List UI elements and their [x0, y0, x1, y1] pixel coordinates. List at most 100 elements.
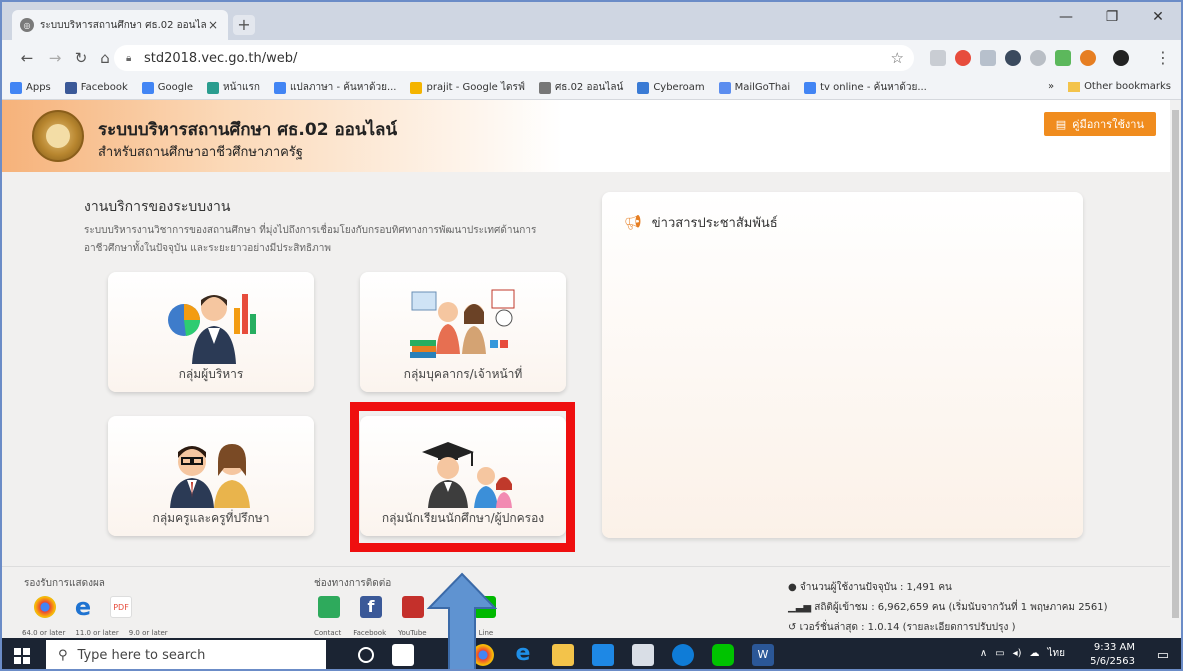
file-explorer-icon[interactable]: [552, 644, 574, 666]
bookmark-item[interactable]: Google: [141, 81, 193, 94]
site-logo: [32, 110, 84, 162]
notification-icon[interactable]: ▭: [1157, 648, 1169, 663]
bookmark-item[interactable]: Facebook: [64, 81, 128, 94]
window-icon[interactable]: [592, 644, 614, 666]
bookmarks-bar: Apps Facebook Google หน้าแรก แปลภาษา - ค้นหา…: [2, 76, 1181, 100]
extension-icon[interactable]: [1030, 50, 1046, 66]
card-teachers[interactable]: กลุ่มครูและครูที่ปรึกษา: [108, 416, 314, 536]
cortana-icon[interactable]: [358, 647, 374, 663]
profile-avatar[interactable]: [1113, 50, 1129, 66]
extension-icon[interactable]: [980, 50, 996, 66]
new-tab-button[interactable]: +: [233, 15, 255, 35]
news-heading: ข่าวสารประชาสัมพันธ์: [651, 216, 778, 231]
clock[interactable]: 9:33 AM 5/6/2563: [1090, 641, 1135, 669]
browsers-title: รองรับการแสดงผล: [24, 578, 105, 589]
bookmark-item[interactable]: Apps: [10, 81, 51, 94]
maximize-button[interactable]: ❐: [1089, 2, 1135, 32]
language-indicator[interactable]: ไทย: [1048, 646, 1065, 661]
site-subtitle: สำหรับสถานศึกษาอาชีวศึกษาภาครัฐ: [98, 145, 303, 160]
extension-icon[interactable]: [1055, 50, 1071, 66]
facebook-icon[interactable]: f: [360, 596, 382, 618]
word-icon[interactable]: W: [752, 644, 774, 666]
extension-icon[interactable]: [1005, 50, 1021, 66]
taskbar: ⚲ Type here to search e W ∧ ▭ ◂) ☁ ไทย 9…: [2, 638, 1181, 669]
youtube-icon[interactable]: [402, 596, 424, 618]
version-icon: ↺: [788, 622, 797, 633]
supported-browsers: e PDF: [34, 593, 132, 621]
bookmark-item[interactable]: tv online - ค้นหาด้วย...: [804, 80, 927, 95]
bookmark-star-icon[interactable]: ☆: [891, 49, 904, 67]
extension-icon[interactable]: [1080, 50, 1096, 66]
network-icon[interactable]: ▭: [995, 648, 1004, 659]
extensions: [930, 50, 1129, 66]
close-tab-icon[interactable]: ×: [206, 18, 220, 32]
globe-icon: ◎: [20, 18, 34, 32]
search-icon: ⚲: [58, 648, 68, 663]
system-tray: ∧ ▭ ◂) ☁ ไทย: [980, 646, 1065, 661]
chevron-up-icon[interactable]: ∧: [980, 648, 987, 659]
folder-icon: [1068, 81, 1081, 92]
stats-icon: ▁▃▅: [788, 602, 812, 613]
ie-icon: e: [74, 593, 92, 621]
extension-icon[interactable]: [955, 50, 971, 66]
google-icon: [804, 81, 817, 94]
notepad-icon[interactable]: [632, 644, 654, 666]
bookmark-item[interactable]: Cyberoam: [637, 81, 705, 94]
extension-icon[interactable]: [930, 50, 946, 66]
pdf-icon: PDF: [110, 596, 132, 618]
windows-start-icon[interactable]: [14, 648, 30, 664]
home-icon[interactable]: ⌂: [94, 47, 116, 69]
contact-title: ช่องทางการติดต่อ: [314, 578, 392, 589]
browser-window: ◎ ระบบบริหารสถานศึกษา ศธ.02 ออนไลน์ × + …: [0, 0, 1183, 671]
drive-icon: [410, 81, 423, 94]
tab-bar: ◎ ระบบบริหารสถานศึกษา ศธ.02 ออนไลน์ × + …: [2, 2, 1181, 40]
page-scrollbar[interactable]: [1170, 100, 1181, 638]
bookmark-item[interactable]: prajit - Google ไดรฟ์: [410, 80, 525, 95]
cyberoam-icon: [637, 81, 650, 94]
bookmark-item[interactable]: ศธ.02 ออนไลน์: [538, 80, 623, 95]
edge-icon[interactable]: [672, 644, 694, 666]
chevron-right-icon[interactable]: »: [1048, 81, 1054, 92]
card-label: กลุ่มครูและครูที่ปรึกษา: [152, 511, 270, 525]
line-icon[interactable]: [712, 644, 734, 666]
lock-icon: 🔒︎: [126, 53, 132, 64]
bookmark-item[interactable]: หน้าแรก: [207, 80, 260, 95]
card-label: กลุ่มผู้บริหาร: [178, 367, 244, 381]
back-icon[interactable]: ←: [16, 47, 38, 69]
volume-icon[interactable]: ◂): [1013, 648, 1022, 659]
staff-illustration: [410, 289, 515, 358]
web-page: ระบบบริหารสถานศึกษา ศธ.02 ออนไลน์ สำหรับ…: [2, 100, 1170, 638]
manual-button[interactable]: ▤ คู่มือการใช้งาน: [1043, 112, 1156, 136]
google-icon: [141, 81, 154, 94]
facebook-icon: [64, 81, 77, 94]
url-text: std2018.vec.go.th/web/: [144, 50, 298, 66]
news-panel: 📢︎ ข่าวสารประชาสัมพันธ์: [602, 192, 1083, 538]
browser-tab[interactable]: ◎ ระบบบริหารสถานศึกษา ศธ.02 ออนไลน์ ×: [12, 10, 228, 40]
teachers-illustration: [170, 444, 250, 508]
user-icon: ●: [788, 582, 797, 593]
reload-icon[interactable]: ↻: [70, 47, 92, 69]
phone-icon[interactable]: [318, 596, 340, 618]
google-icon: [273, 81, 286, 94]
forward-icon[interactable]: →: [44, 47, 66, 69]
bookmark-item[interactable]: MailGoThai: [718, 81, 790, 94]
other-bookmarks[interactable]: » Other bookmarks: [1048, 81, 1171, 92]
services-heading: งานบริการของระบบงาน: [84, 199, 231, 215]
chrome-icon: [34, 596, 56, 618]
home-icon: [207, 81, 220, 94]
card-executives[interactable]: กลุ่มผู้บริหาร: [108, 272, 314, 392]
cloud-icon[interactable]: ☁: [1030, 648, 1040, 659]
bookmark-item[interactable]: แปลภาษา - ค้นหาด้วย...: [273, 80, 396, 95]
store-icon[interactable]: [392, 644, 414, 666]
megaphone-icon: 📢︎: [624, 214, 642, 231]
taskbar-search[interactable]: ⚲ Type here to search: [46, 640, 326, 669]
card-staff[interactable]: กลุ่มบุคลากร/เจ้าหน้าที่: [360, 272, 566, 392]
menu-icon[interactable]: ⋮: [1155, 48, 1171, 67]
close-window-button[interactable]: ✕: [1135, 2, 1181, 32]
ie-icon[interactable]: e: [512, 643, 534, 666]
card-label: กลุ่มบุคลากร/เจ้าหน้าที่: [403, 367, 523, 381]
executive-illustration: [168, 294, 256, 364]
address-bar[interactable]: 🔒︎ std2018.vec.go.th/web/ ☆: [114, 45, 914, 71]
minimize-button[interactable]: —: [1043, 2, 1089, 32]
site-stats: ● จำนวนผู้ใช้งานปัจจุบัน : 1,491 คน ▁▃▅ …: [788, 582, 1108, 633]
